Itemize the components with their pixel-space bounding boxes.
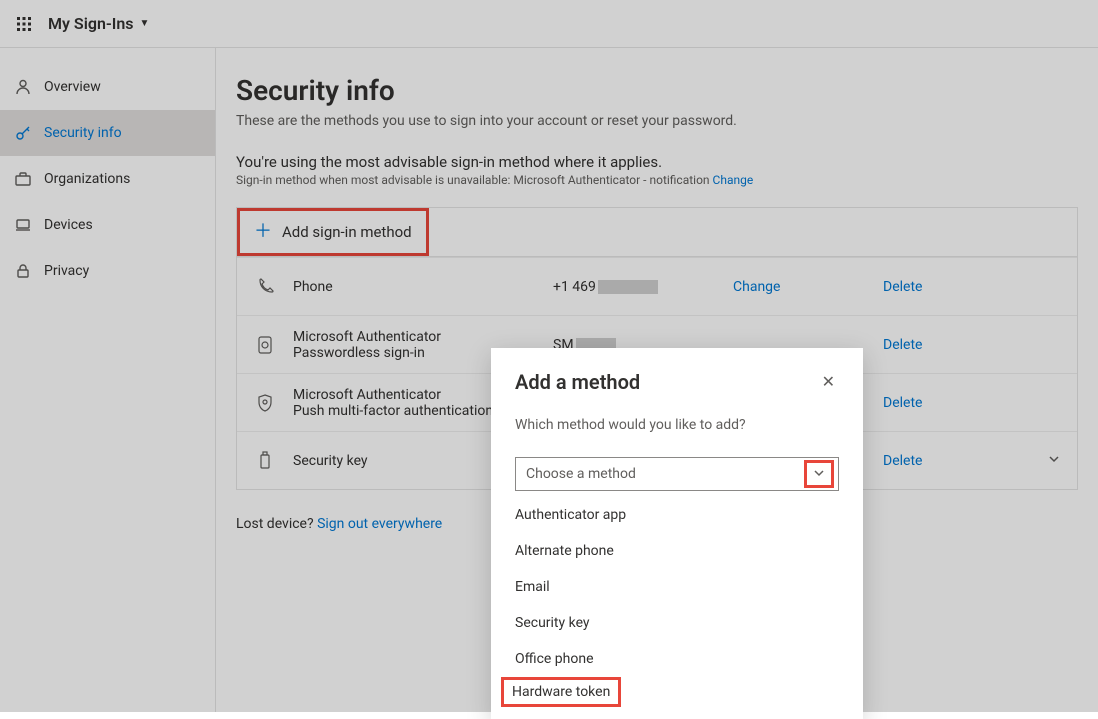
dropdown-placeholder: Choose a method — [526, 466, 636, 482]
sidebar-item-label: Overview — [44, 79, 101, 95]
sidebar-item-privacy[interactable]: Privacy — [0, 248, 215, 294]
plus-icon: ＋ — [254, 223, 272, 241]
sidebar: Overview Security info Organizations Dev… — [0, 48, 216, 712]
page-title: Security info — [236, 74, 1078, 107]
sidebar-item-label: Privacy — [44, 263, 89, 279]
sidebar-item-overview[interactable]: Overview — [0, 64, 215, 110]
sidebar-item-label: Security info — [44, 125, 122, 141]
dialog-title: Add a method — [515, 370, 640, 394]
option-authenticator-app[interactable]: Authenticator app — [491, 497, 863, 533]
method-dropdown[interactable]: Choose a method — [515, 457, 839, 491]
sidebar-item-label: Organizations — [44, 171, 130, 187]
lost-device-prefix: Lost device? — [236, 516, 317, 532]
authenticator-shield-icon — [253, 393, 277, 413]
app-title: My Sign-Ins — [48, 14, 134, 33]
option-alternate-phone[interactable]: Alternate phone — [491, 533, 863, 569]
lock-icon — [14, 262, 32, 280]
option-office-phone[interactable]: Office phone — [491, 641, 863, 677]
person-icon — [14, 78, 32, 96]
option-email[interactable]: Email — [491, 569, 863, 605]
advice-line: You're using the most advisable sign-in … — [236, 153, 1078, 171]
chevron-down-icon[interactable] — [804, 460, 834, 488]
delete-link[interactable]: Delete — [883, 337, 993, 353]
app-title-dropdown[interactable]: My Sign-Ins ▼ — [48, 14, 149, 33]
delete-link[interactable]: Delete — [883, 395, 993, 411]
dialog-header: Add a method ✕ — [515, 368, 839, 395]
add-method-dialog: Add a method ✕ Which method would you li… — [491, 348, 863, 719]
method-label: Phone — [293, 279, 553, 295]
phone-icon — [253, 277, 277, 297]
advice-sub-text: Sign-in method when most advisable is un… — [236, 173, 713, 187]
delete-link[interactable]: Delete — [883, 279, 993, 295]
sidebar-item-security-info[interactable]: Security info — [0, 110, 215, 156]
advice-change-link[interactable]: Change — [713, 173, 754, 187]
app-launcher-icon[interactable] — [14, 14, 34, 34]
sidebar-item-devices[interactable]: Devices — [0, 202, 215, 248]
add-sign-in-method-button[interactable]: ＋ Add sign-in method — [237, 208, 429, 256]
advice-sub: Sign-in method when most advisable is un… — [236, 173, 1078, 187]
header: My Sign-Ins ▼ — [0, 0, 1098, 48]
briefcase-icon — [14, 170, 32, 188]
add-sign-in-row: ＋ Add sign-in method — [236, 207, 1078, 257]
page-subtitle: These are the methods you use to sign in… — [236, 113, 1078, 129]
change-link[interactable]: Change — [733, 279, 883, 295]
key-icon — [14, 124, 32, 142]
authenticator-icon — [253, 335, 277, 355]
laptop-icon — [14, 216, 32, 234]
sidebar-item-label: Devices — [44, 217, 93, 233]
sign-out-everywhere-link[interactable]: Sign out everywhere — [317, 516, 442, 532]
method-row-phone: Phone +1 469 Change Delete — [237, 257, 1077, 315]
dropdown-options: Authenticator app Alternate phone Email … — [491, 497, 863, 711]
add-button-label: Add sign-in method — [282, 223, 412, 241]
option-security-key[interactable]: Security key — [491, 605, 863, 641]
option-hardware-token[interactable]: Hardware token — [501, 677, 621, 707]
method-value: +1 469 — [553, 279, 733, 295]
usb-key-icon — [253, 451, 277, 471]
redacted — [598, 280, 658, 294]
sidebar-item-organizations[interactable]: Organizations — [0, 156, 215, 202]
chevron-down-icon: ▼ — [140, 18, 150, 29]
delete-link[interactable]: Delete — [883, 453, 993, 469]
close-icon[interactable]: ✕ — [818, 368, 839, 395]
expand-chevron-icon[interactable] — [1047, 452, 1061, 470]
dialog-question: Which method would you like to add? — [515, 417, 839, 433]
